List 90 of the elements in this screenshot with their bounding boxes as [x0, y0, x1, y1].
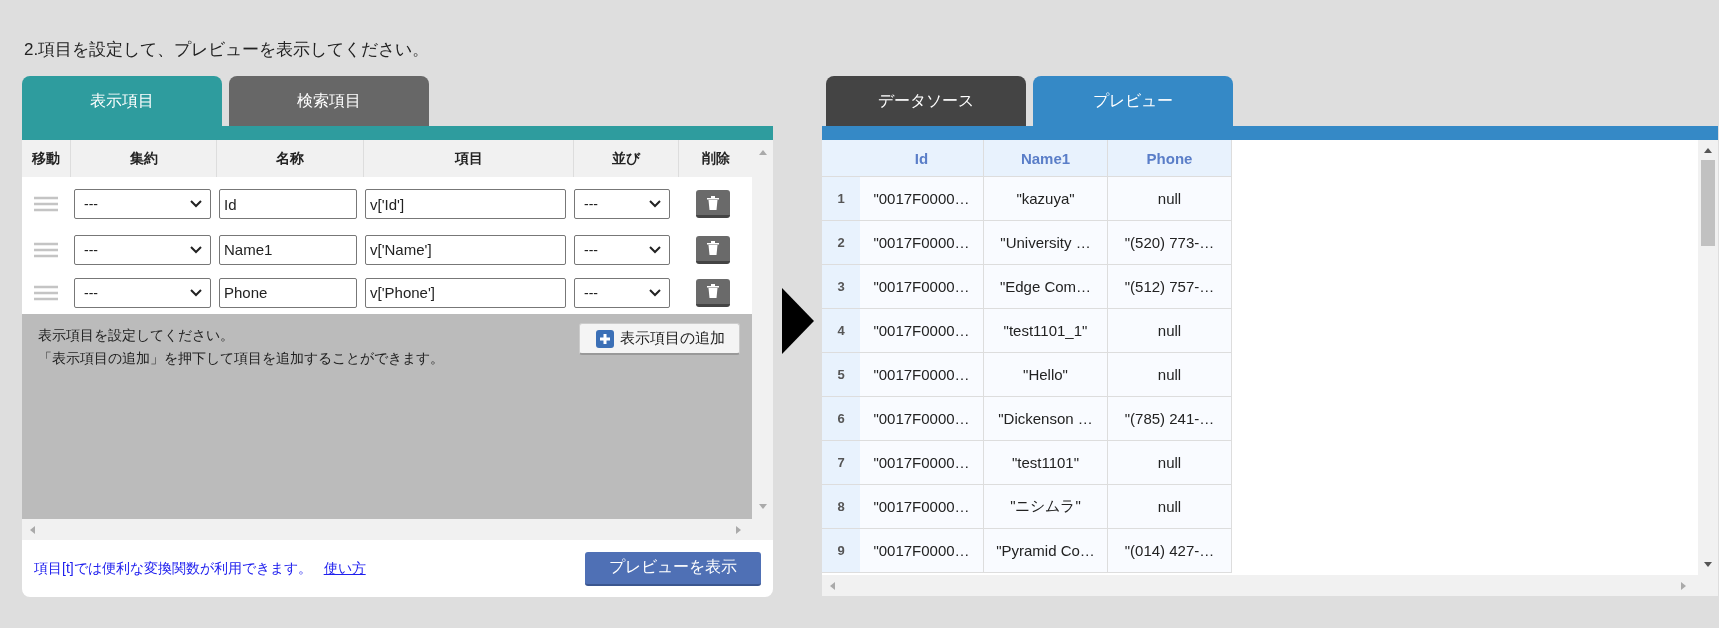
table-cell: "test1101_1"	[984, 309, 1108, 353]
table-cell: "Edge Com…	[984, 265, 1108, 309]
help-text: 項目[t]では便利な変換関数が利用できます。	[34, 559, 312, 578]
table-cell: "(014) 427-…	[1108, 529, 1232, 573]
scrollbar[interactable]	[22, 519, 773, 540]
table-cell: null	[1108, 309, 1232, 353]
table-cell: "(512) 757-…	[1108, 265, 1232, 309]
row-number: 1	[822, 177, 860, 221]
table-cell: "0017F0000…	[860, 485, 984, 529]
row-number: 3	[822, 265, 860, 309]
table-cell: "University …	[984, 221, 1108, 265]
hint-text: 表示項目を設定してください。	[38, 326, 235, 345]
dropdown[interactable]: ---	[74, 277, 211, 308]
delete-button[interactable]	[696, 190, 730, 218]
scroll-thumb[interactable]	[1701, 160, 1715, 246]
table-cell: "ニシムラ"	[984, 485, 1108, 529]
table-cell: "Pyramid Co…	[984, 529, 1108, 573]
table-cell: null	[1108, 177, 1232, 221]
caret-icon	[649, 245, 661, 254]
tab[interactable]: 検索項目	[229, 76, 429, 126]
table-cell: null	[1108, 441, 1232, 485]
column-header: Phone	[1108, 140, 1232, 177]
hint-text: 「表示項目の追加」を押下して項目を追加することができます。	[38, 349, 444, 368]
table-cell: "0017F0000…	[860, 397, 984, 441]
table-cell: "(520) 773-…	[1108, 221, 1232, 265]
trash-icon	[707, 241, 719, 255]
table-cell: null	[1108, 353, 1232, 397]
tab[interactable]: データソース	[826, 76, 1026, 126]
arrow-icon	[781, 288, 814, 354]
scroll-left-icon[interactable]	[28, 524, 36, 535]
table-cell: "0017F0000…	[860, 529, 984, 573]
column-header: Id	[860, 140, 984, 177]
table-cell: "0017F0000…	[860, 353, 984, 397]
row-number: 5	[822, 353, 860, 397]
trash-icon	[707, 195, 719, 210]
table-cell: "test1101"	[984, 441, 1108, 485]
scroll-left-icon[interactable]	[828, 580, 836, 591]
scroll-down-icon[interactable]	[1703, 561, 1713, 569]
input-field[interactable]: Phone	[219, 277, 357, 308]
caret-icon	[190, 200, 202, 208]
input-field[interactable]: v['Name']	[365, 234, 566, 265]
plus-icon	[596, 329, 614, 348]
column-header: Name1	[984, 140, 1108, 177]
table-cell: "Hello"	[984, 353, 1108, 397]
dropdown[interactable]: ---	[574, 234, 670, 265]
caret-icon	[649, 200, 661, 208]
table-cell: "0017F0000…	[860, 309, 984, 353]
input-field[interactable]: v['Id']	[365, 189, 566, 219]
trash-icon	[707, 284, 719, 298]
table-cell: "0017F0000…	[860, 177, 984, 221]
column-header: 移動	[30, 148, 61, 168]
scroll-right-icon[interactable]	[735, 524, 743, 535]
table-cell: "Dickenson …	[984, 397, 1108, 441]
dropdown[interactable]: ---	[574, 277, 670, 308]
scroll-up-icon[interactable]	[1703, 146, 1713, 154]
usage-link[interactable]: 使い方	[323, 559, 366, 578]
scroll-right-icon[interactable]	[1680, 580, 1688, 591]
drag-handle-icon[interactable]	[33, 196, 59, 212]
table-cell: "0017F0000…	[860, 265, 984, 309]
input-field[interactable]: Id	[219, 189, 357, 219]
table-cell: null	[1108, 485, 1232, 529]
instruction-text: 2.項目を設定して、プレビューを表示してください。	[23, 39, 431, 61]
table-cell: "kazuya"	[984, 177, 1108, 221]
row-number: 2	[822, 221, 860, 265]
scrollbar[interactable]	[1698, 140, 1718, 575]
table-cell: "(785) 241-…	[1108, 397, 1232, 441]
table-cell: "0017F0000…	[860, 221, 984, 265]
delete-button[interactable]	[696, 278, 730, 307]
caret-icon	[190, 288, 202, 297]
drag-handle-icon[interactable]	[33, 284, 59, 301]
add-field-button[interactable]: 表示項目の追加	[579, 323, 740, 355]
caret-icon	[190, 245, 202, 254]
show-preview-button[interactable]: プレビューを表示	[585, 551, 761, 586]
scrollbar[interactable]	[822, 575, 1718, 596]
dropdown[interactable]: ---	[574, 189, 670, 219]
caret-icon	[649, 288, 661, 297]
drag-handle-icon[interactable]	[33, 241, 59, 258]
row-number: 4	[822, 309, 860, 353]
table-cell: "0017F0000…	[860, 441, 984, 485]
row-number: 6	[822, 397, 860, 441]
row-number: 9	[822, 529, 860, 573]
row-number: 8	[822, 485, 860, 529]
row-number: 7	[822, 441, 860, 485]
table-corner	[822, 140, 860, 177]
dropdown[interactable]: ---	[74, 189, 211, 219]
input-field[interactable]: Name1	[219, 234, 357, 265]
dropdown[interactable]: ---	[74, 234, 211, 265]
input-field[interactable]: v['Phone']	[365, 277, 566, 308]
tab[interactable]: プレビュー	[1033, 76, 1233, 126]
delete-button[interactable]	[696, 235, 730, 264]
